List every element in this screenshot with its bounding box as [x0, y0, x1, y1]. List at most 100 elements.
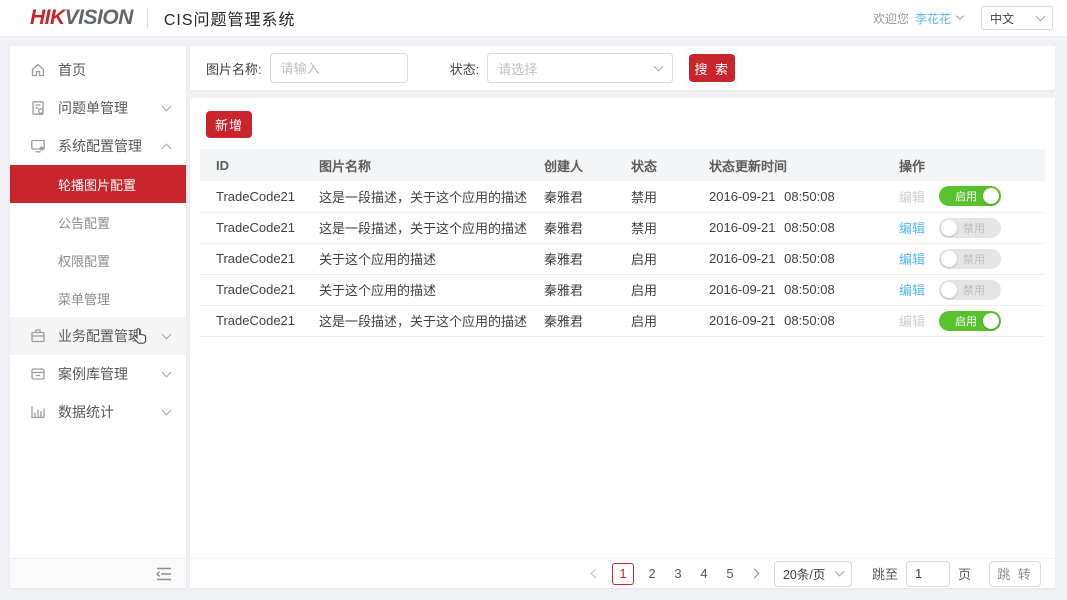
status-label: 状态:	[449, 61, 480, 77]
pagination: 1 2 3 4 5 20条/页 跳至 页 跳 转	[190, 558, 1055, 588]
col-header-operations: 操作	[883, 149, 1045, 181]
ticket-icon	[30, 100, 46, 116]
briefcase-icon	[30, 328, 46, 344]
cell-name: 关于这个应用的描述	[303, 274, 528, 306]
header-divider	[146, 8, 148, 28]
edit-link[interactable]: 编辑	[899, 187, 925, 206]
cell-status: 禁用	[615, 212, 693, 244]
cell-name: 这是一段描述，关于这个应用的描述	[303, 181, 528, 213]
welcome-label: 欢迎您	[872, 11, 909, 26]
cell-id: TradeCode21	[200, 181, 303, 213]
table-row: TradeCode21 关于这个应用的描述 秦雅君 启用 2016-09-21 …	[200, 243, 1045, 275]
page-button-5[interactable]: 5	[723, 566, 737, 581]
cell-name: 关于这个应用的描述	[303, 243, 528, 275]
case-icon	[30, 366, 46, 382]
language-value: 中文	[990, 11, 1015, 26]
status-toggle[interactable]: 启用	[939, 310, 1002, 331]
cell-creator: 秦雅君	[528, 181, 615, 213]
col-header-creator: 创建人	[528, 149, 615, 181]
sidebar-subitem-carousel-config[interactable]: 轮播图片配置	[10, 165, 186, 203]
edit-link[interactable]: 编辑	[899, 218, 925, 237]
table-row: TradeCode21 这是一段描述，关于这个应用的描述 秦雅君 禁用 2016…	[200, 181, 1045, 213]
page-button-4[interactable]: 4	[697, 566, 711, 581]
status-toggle[interactable]: 禁用	[939, 248, 1002, 269]
sidebar-item-label: 数据统计	[58, 404, 114, 420]
status-select[interactable]: 请选择	[487, 53, 674, 83]
cell-status: 启用	[615, 305, 693, 337]
stats-icon	[30, 404, 46, 420]
edit-link[interactable]: 编辑	[899, 249, 925, 268]
cell-id: TradeCode21	[200, 212, 303, 244]
col-header-name: 图片名称	[303, 149, 528, 181]
toggle-label: 启用	[955, 315, 978, 328]
col-header-updated: 状态更新时间	[693, 149, 883, 181]
toggle-knob	[941, 250, 958, 267]
chevron-down-icon	[653, 61, 664, 71]
image-name-input[interactable]	[269, 53, 408, 83]
edit-link[interactable]: 编辑	[899, 280, 925, 299]
menu-fold-icon[interactable]	[156, 567, 172, 581]
top-header: HIK VISION CIS问题管理系统 欢迎您 李花花 中文	[0, 0, 1067, 37]
table-header-row: ID 图片名称 创建人 状态 状态更新时间 操作	[200, 149, 1045, 181]
search-button[interactable]: 搜 索	[689, 54, 736, 82]
page-button-3[interactable]: 3	[671, 566, 685, 581]
sidebar-item-case-library[interactable]: 案例库管理	[10, 355, 186, 393]
cell-creator: 秦雅君	[528, 274, 615, 306]
cell-id: TradeCode21	[200, 243, 303, 275]
cell-updated: 2016-09-21 08:50:08	[693, 212, 883, 244]
sidebar-item-label: 案例库管理	[58, 366, 128, 382]
user-menu[interactable]: 李花花	[915, 10, 965, 27]
status-toggle[interactable]: 禁用	[939, 217, 1002, 238]
prev-page-icon[interactable]	[590, 568, 601, 579]
page-button-2[interactable]: 2	[645, 566, 659, 581]
chevron-down-icon	[161, 101, 172, 111]
sidebar-item-home[interactable]: 首页	[10, 51, 186, 89]
sidebar-subitem-permission-config[interactable]: 权限配置	[10, 241, 186, 279]
sidebar-item-business-config[interactable]: 业务配置管理	[10, 317, 186, 355]
cell-updated: 2016-09-21 08:50:08	[693, 181, 883, 213]
sidebar-item-label: 首页	[58, 62, 86, 78]
page-title: CIS问题管理系统	[163, 12, 296, 29]
next-page-icon[interactable]	[749, 568, 760, 579]
jump-button[interactable]: 跳 转	[989, 560, 1041, 587]
page-button-1[interactable]: 1	[611, 562, 634, 585]
toggle-knob	[941, 281, 958, 298]
cell-updated: 2016-09-21 08:50:08	[693, 243, 883, 275]
sidebar-footer	[10, 558, 186, 588]
toggle-knob	[983, 312, 1000, 329]
logo-part-red: HIK	[30, 6, 65, 29]
sidebar-subitem-menu-management[interactable]: 菜单管理	[10, 279, 186, 317]
chevron-down-icon	[955, 11, 965, 21]
sidebar-item-issue-management[interactable]: 问题单管理	[10, 89, 186, 127]
image-name-label: 图片名称:	[206, 61, 262, 77]
sidebar-item-system-config[interactable]: 系统配置管理	[10, 127, 186, 165]
data-table: ID 图片名称 创建人 状态 状态更新时间 操作 TradeCode21 这是一…	[200, 149, 1045, 337]
sidebar-subitem-announcement-config[interactable]: 公告配置	[10, 203, 186, 241]
search-bar: 图片名称: 状态: 请选择 搜 索	[190, 46, 1055, 90]
toggle-knob	[941, 219, 958, 236]
toggle-knob	[983, 188, 1000, 205]
cell-creator: 秦雅君	[528, 212, 615, 244]
col-header-id: ID	[200, 149, 303, 181]
sidebar-item-label: 业务配置管理	[58, 328, 142, 344]
sidebar: 首页 问题单管理 系统配置管理 轮播图片配置 公告配置 权限配置 菜单管理 业务…	[10, 46, 186, 588]
jump-page-input[interactable]	[905, 560, 950, 587]
add-button[interactable]: 新增	[206, 111, 252, 138]
toggle-label: 启用	[955, 191, 978, 204]
sidebar-subitem-label: 公告配置	[58, 215, 111, 231]
chevron-up-icon	[161, 143, 172, 153]
cell-updated: 2016-09-21 08:50:08	[693, 305, 883, 337]
chevron-down-icon	[834, 566, 845, 577]
cell-creator: 秦雅君	[528, 243, 615, 275]
status-toggle[interactable]: 启用	[939, 186, 1002, 207]
cell-updated: 2016-09-21 08:50:08	[693, 274, 883, 306]
status-toggle[interactable]: 禁用	[939, 279, 1002, 300]
language-select[interactable]: 中文	[981, 6, 1053, 30]
toggle-label: 禁用	[963, 284, 986, 297]
sidebar-item-data-statistics[interactable]: 数据统计	[10, 393, 186, 431]
sidebar-subitem-label: 权限配置	[58, 253, 111, 269]
cell-id: TradeCode21	[200, 305, 303, 337]
page-size-select[interactable]: 20条/页	[773, 560, 852, 587]
home-icon	[30, 62, 46, 78]
edit-link[interactable]: 编辑	[899, 311, 925, 330]
